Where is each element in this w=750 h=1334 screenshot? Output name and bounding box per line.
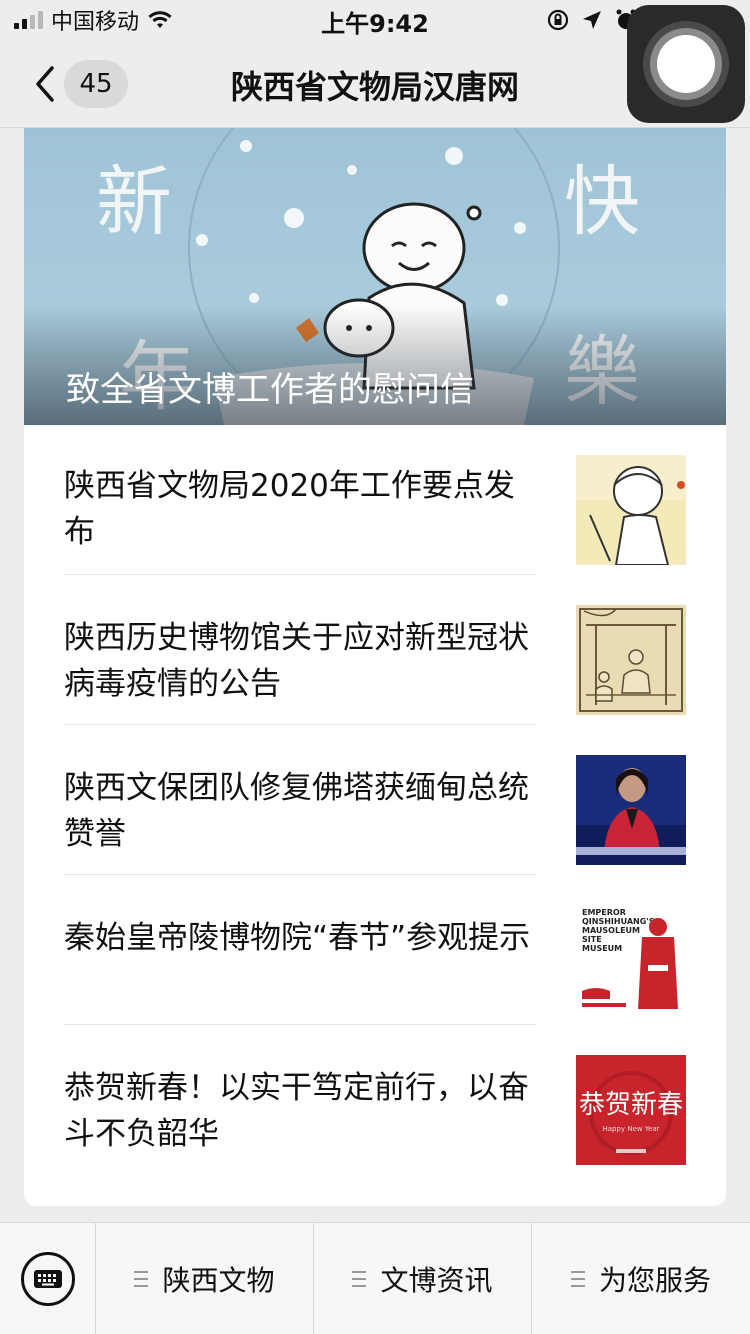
- article-title: 陕西历史博物馆关于应对新型冠状病毒疫情的公告: [64, 620, 529, 702]
- article-title: 陕西文保团队修复佛塔获缅甸总统赞誉: [64, 770, 529, 852]
- article-thumbnail: [576, 455, 686, 565]
- wifi-icon: [148, 11, 172, 28]
- poster-text: MUSEUM: [582, 944, 622, 953]
- list-item[interactable]: 陕西省文物局2020年工作要点发布: [64, 425, 686, 575]
- list-item[interactable]: 恭贺新春！以实干笃定前行，以奋斗不负韶华 恭贺新春 Happy New Year: [64, 1025, 686, 1175]
- location-icon: [583, 11, 601, 29]
- menu-tab-label: 文博资讯: [380, 1264, 493, 1297]
- hero-art-char: 新: [96, 157, 172, 246]
- list-item[interactable]: 秦始皇帝陵博物院“春节”参观提示 EMPEROR QINSHIHUANG'S M…: [64, 875, 686, 1025]
- article-list-card: 新 年 快 樂 致全省文博工作者的慰问信 陕西省文物局2020年工作要点发布: [24, 128, 726, 1206]
- article-title: 陕西省文物局2020年工作要点发布: [64, 468, 515, 550]
- article-thumbnail: 恭贺新春 Happy New Year: [576, 1055, 686, 1165]
- assistive-touch-button[interactable]: [627, 5, 745, 123]
- article-thumbnail: EMPEROR QINSHIHUANG'S MAUSOLEUM SITE MUS…: [576, 905, 686, 1015]
- carrier-name: 中国移动: [51, 10, 140, 35]
- keyboard-toggle-button[interactable]: [0, 1223, 96, 1334]
- article-title: 秦始皇帝陵博物院“春节”参观提示: [64, 920, 531, 956]
- menu-list-icon: [352, 1271, 367, 1287]
- menu-tab-shaanxi-relics[interactable]: 陕西文物: [96, 1223, 314, 1334]
- list-item[interactable]: 陕西文保团队修复佛塔获缅甸总统赞誉: [64, 725, 686, 875]
- poster-text: QINSHIHUANG'S: [582, 917, 655, 926]
- hero-article[interactable]: 新 年 快 樂 致全省文博工作者的慰问信: [24, 128, 726, 425]
- menu-tab-label: 陕西文物: [162, 1264, 275, 1297]
- poster-text: SITE: [582, 935, 602, 944]
- menu-list-icon: [134, 1271, 149, 1287]
- keyboard-icon: [20, 1252, 75, 1306]
- poster-text: EMPEROR: [582, 908, 626, 917]
- hero-title: 致全省文博工作者的慰问信: [66, 370, 474, 410]
- menu-tab-services[interactable]: 为您服务: [532, 1223, 750, 1334]
- card-text: 恭贺新春: [579, 1090, 683, 1120]
- card-subtext: Happy New Year: [602, 1125, 659, 1133]
- back-count-badge[interactable]: 45: [64, 60, 128, 108]
- status-right: [546, 8, 638, 32]
- poster-text: MAUSOLEUM: [582, 926, 640, 935]
- signal-icon: [14, 11, 43, 29]
- article-title: 恭贺新春！以实干笃定前行，以奋斗不负韶华: [64, 1070, 529, 1152]
- article-thumbnail: [576, 755, 686, 865]
- list-item[interactable]: 陕西历史博物馆关于应对新型冠状病毒疫情的公告: [64, 575, 686, 725]
- status-left: 中国移动: [14, 6, 173, 35]
- assistive-touch-icon: [643, 21, 729, 107]
- menu-tab-label: 为您服务: [598, 1264, 711, 1297]
- bottom-menu: 陕西文物 文博资讯 为您服务: [0, 1222, 750, 1334]
- rotation-lock-icon: [547, 9, 569, 31]
- article-thumbnail: [576, 605, 686, 715]
- menu-tab-news[interactable]: 文博资讯: [314, 1223, 532, 1334]
- back-chevron-icon[interactable]: [30, 64, 58, 104]
- hero-art-char: 快: [564, 157, 640, 246]
- menu-list-icon: [570, 1271, 585, 1287]
